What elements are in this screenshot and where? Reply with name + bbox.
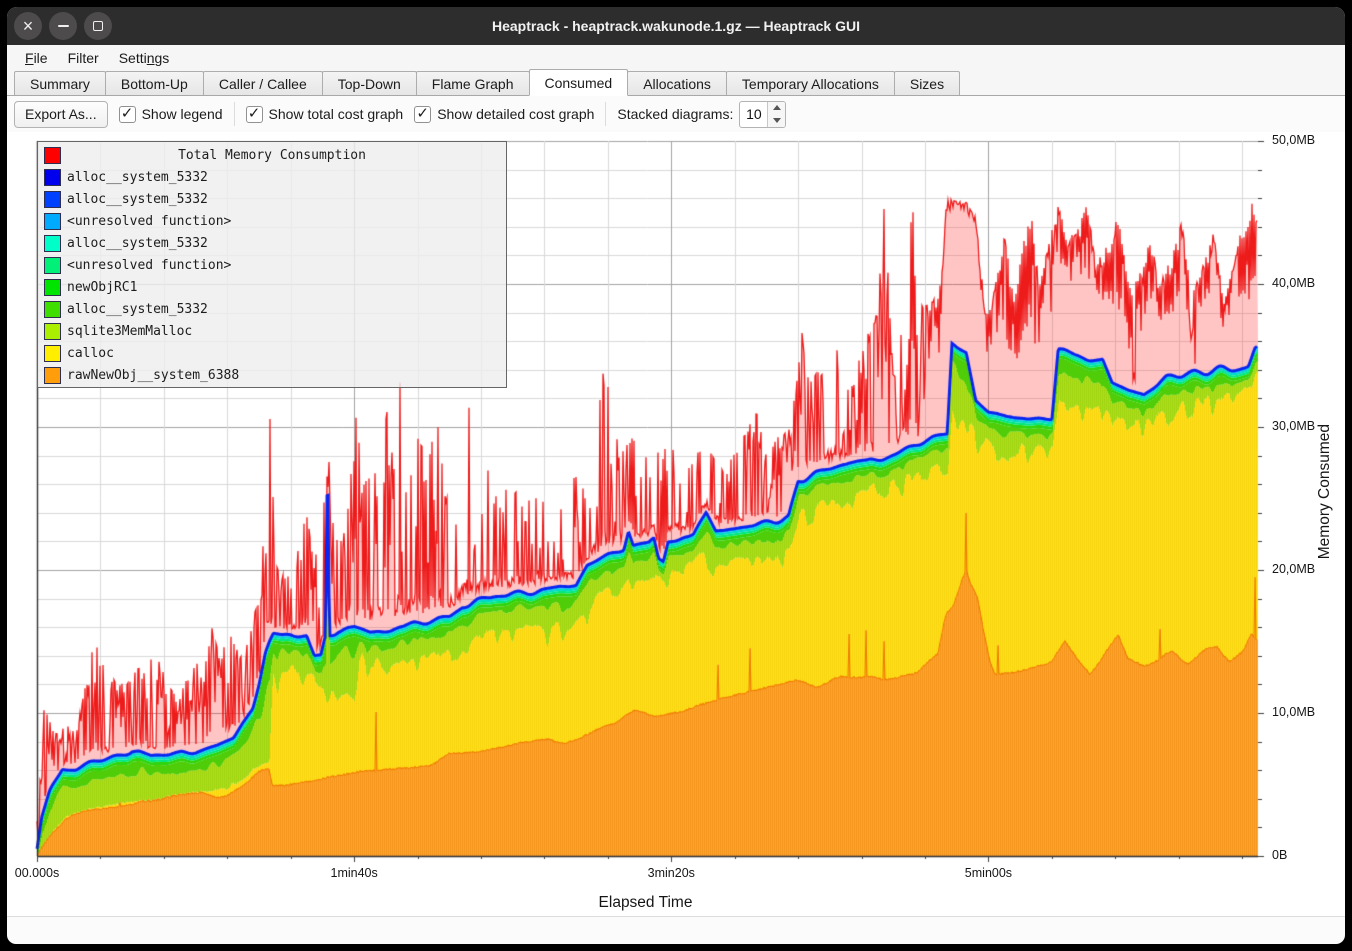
app-window: × Heaptrack - heaptrack.wakunode.1.gz — … [7,7,1345,944]
y-tick-label: 10,0MB [1272,705,1315,719]
chart-legend: Total Memory Consumption alloc__system_53… [37,141,507,388]
tab-summary[interactable]: Summary [14,71,106,95]
checkbox-show-detailed-cost-graph[interactable]: ✓ Show detailed cost graph [414,106,594,123]
legend-item-label: <unresolved function> [67,258,231,273]
legend-item: <unresolved function> [44,254,506,276]
legend-swatch-icon [44,367,61,384]
legend-swatch-icon [44,169,61,186]
legend-item-label: alloc__system_5332 [67,236,208,251]
legend-item-label: alloc__system_5332 [67,192,208,207]
x-axis-title: Elapsed Time [599,894,693,912]
legend-item: <unresolved function> [44,210,506,232]
x-tick-label: 3min20s [648,866,695,880]
tab-top-down[interactable]: Top-Down [322,71,417,95]
legend-item: Total Memory Consumption [44,144,506,166]
legend-item-label: alloc__system_5332 [67,302,208,317]
checkbox-show-legend[interactable]: ✓ Show legend [119,106,223,123]
titlebar[interactable]: × Heaptrack - heaptrack.wakunode.1.gz — … [7,7,1345,45]
menu-item-file[interactable]: File [15,47,58,69]
menu-item-filter[interactable]: Filter [58,47,109,69]
toolbar-separator [605,102,606,126]
legend-item: newObjRC1 [44,276,506,298]
x-tick-label: 5min00s [965,866,1012,880]
legend-item-label: alloc__system_5332 [67,170,208,185]
legend-swatch-icon [44,147,61,164]
chart-region: Total Memory Consumption alloc__system_53… [7,132,1345,917]
checkbox-box[interactable]: ✓ [246,106,263,123]
menu-item-settings[interactable]: Settings [109,47,180,69]
tab-bottom-up[interactable]: Bottom-Up [105,71,204,95]
menubar: FileFilterSettings [7,45,1345,71]
export-as-button[interactable]: Export As... [14,101,108,128]
tab-temporary-allocations[interactable]: Temporary Allocations [726,71,895,95]
tab-caller-callee[interactable]: Caller / Callee [203,71,323,95]
stacked-diagrams-label: Stacked diagrams: [617,106,733,122]
legend-title: Total Memory Consumption [61,148,483,163]
legend-swatch-icon [44,191,61,208]
legend-item: calloc [44,342,506,364]
legend-item: rawNewObj__system_6388 [44,364,506,386]
y-tick-label: 20,0MB [1272,562,1315,576]
tab-flame-graph[interactable]: Flame Graph [416,71,530,95]
y-tick-label: 50,0MB [1272,133,1315,147]
spin-up-icon[interactable] [768,102,785,115]
tab-allocations[interactable]: Allocations [627,71,727,95]
legend-item-label: <unresolved function> [67,214,231,229]
toolbar: Export As... ✓ Show legend ✓ Show total cos… [7,96,1345,132]
checkbox-label: Show detailed cost graph [437,106,594,122]
legend-swatch-icon [44,345,61,362]
x-tick-label: 00.000s [15,866,59,880]
legend-item-label: sqlite3MemMalloc [67,324,192,339]
legend-item: alloc__system_5332 [44,232,506,254]
legend-item-label: rawNewObj__system_6388 [67,368,239,383]
tab-consumed[interactable]: Consumed [529,69,629,96]
toolbar-separator [234,102,235,126]
checkbox-label: Show legend [142,106,223,122]
spinbox-value[interactable]: 10 [740,102,767,127]
legend-item: alloc__system_5332 [44,188,506,210]
legend-swatch-icon [44,257,61,274]
tab-sizes[interactable]: Sizes [894,71,960,95]
y-tick-label: 0B [1272,848,1287,862]
y-tick-label: 30,0MB [1272,419,1315,433]
y-axis-title: Memory Consumed [1316,424,1334,559]
checkbox-label: Show total cost graph [269,106,404,122]
legend-swatch-icon [44,323,61,340]
stacked-diagrams-spinbox[interactable]: 10 [739,101,786,128]
spin-down-icon[interactable] [768,114,785,127]
window-title: Heaptrack - heaptrack.wakunode.1.gz — He… [7,7,1345,45]
legend-swatch-icon [44,235,61,252]
checkbox-box[interactable]: ✓ [119,106,136,123]
x-tick-label: 1min40s [331,866,378,880]
legend-swatch-icon [44,301,61,318]
checkbox-box[interactable]: ✓ [414,106,431,123]
legend-item-label: calloc [67,346,114,361]
legend-item: alloc__system_5332 [44,166,506,188]
y-tick-label: 40,0MB [1272,276,1315,290]
legend-item: sqlite3MemMalloc [44,320,506,342]
tabbar: SummaryBottom-UpCaller / CalleeTop-DownF… [7,71,1345,96]
legend-item: alloc__system_5332 [44,298,506,320]
legend-swatch-icon [44,279,61,296]
checkbox-show-total-cost-graph[interactable]: ✓ Show total cost graph [246,106,404,123]
legend-swatch-icon [44,213,61,230]
legend-item-label: newObjRC1 [67,280,137,295]
